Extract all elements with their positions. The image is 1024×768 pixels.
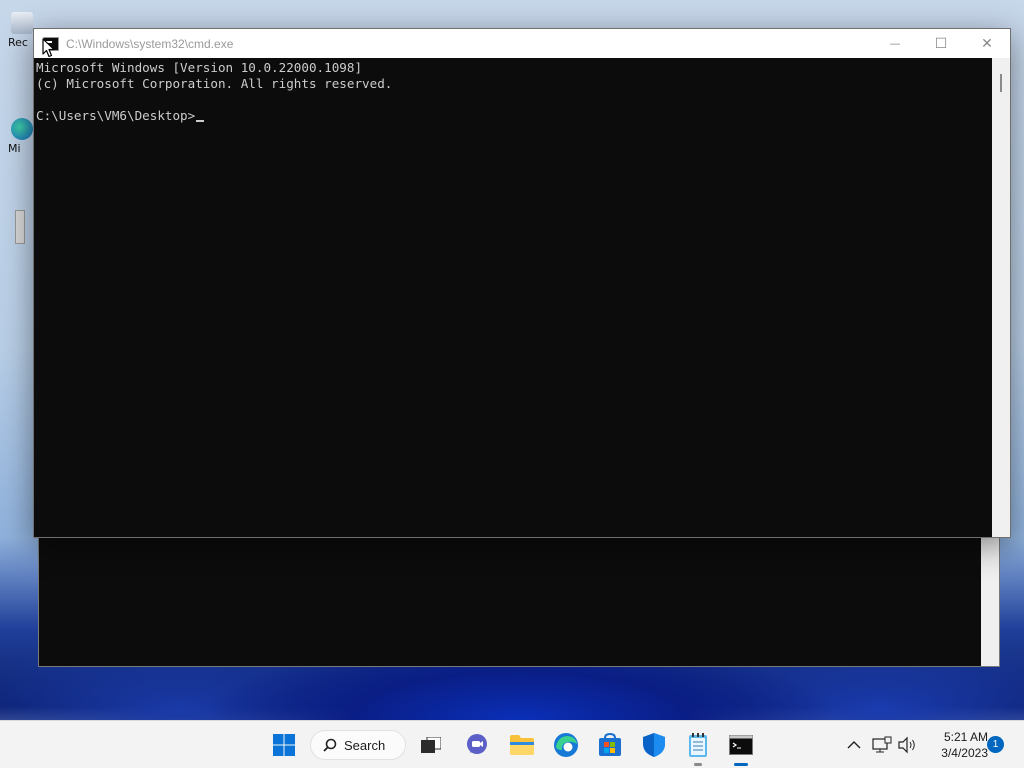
taskbar-search-box[interactable]: Search (310, 730, 406, 760)
search-icon (323, 738, 337, 752)
task-view-button[interactable] (415, 729, 447, 761)
cmd-taskbar-button[interactable] (725, 729, 757, 766)
recycle-bin-label: Rec (8, 36, 28, 49)
volume-icon (898, 736, 915, 754)
running-indicator (694, 763, 702, 766)
close-button[interactable]: ✕ (964, 29, 1010, 58)
edge-icon (554, 733, 578, 757)
edge-shortcut-glyph (11, 118, 33, 140)
recycle-bin-glyph (11, 12, 33, 34)
ghost-scrollbar (981, 536, 999, 562)
console-prompt-line: C:\Users\VM6\Desktop> (36, 108, 990, 124)
notification-badge[interactable]: 1 (987, 736, 1004, 753)
volume-button[interactable] (891, 729, 923, 761)
minimize-button[interactable]: — (872, 29, 918, 58)
chevron-up-icon (847, 741, 861, 749)
windows-logo-icon (273, 734, 295, 756)
ghost-window-frame-1 (38, 536, 1000, 563)
console-line: ​ (36, 92, 990, 108)
folder-icon (510, 735, 534, 755)
mouse-pointer-icon (42, 38, 55, 58)
file-explorer-button[interactable] (506, 729, 538, 761)
window-title: C:\Windows\system32\cmd.exe (66, 36, 234, 51)
clock-date: 3/4/2023 (941, 746, 988, 760)
store-icon (599, 733, 621, 756)
search-label: Search (344, 737, 386, 753)
chat-button[interactable] (461, 729, 493, 761)
text-cursor (196, 120, 205, 122)
maximize-button[interactable]: ☐ (918, 29, 964, 58)
active-window-indicator (734, 763, 748, 766)
prompt-text: C:\Users\VM6\Desktop> (36, 108, 196, 123)
desktop-item-fragment (15, 210, 25, 244)
task-view-icon (421, 737, 441, 753)
cmd-window[interactable]: C:\Windows\system32\cmd.exe — ☐ ✕ Micros… (33, 28, 1011, 538)
scrollbar-thumb[interactable] (1000, 74, 1002, 92)
edge-shortcut-icon[interactable]: Mi (8, 118, 36, 155)
ghost-scrollbar (981, 562, 999, 641)
notepad-icon (689, 733, 707, 757)
edge-shortcut-label: Mi (8, 142, 21, 155)
ghost-scrollbar (981, 641, 999, 666)
close-icon: ✕ (981, 35, 993, 52)
cmd-icon (729, 735, 753, 755)
console-line: Microsoft Windows [Version 10.0.22000.10… (36, 60, 363, 75)
ghost-window-frame-2 (38, 562, 1000, 642)
taskbar-clock[interactable]: 5:21 AM 3/4/2023 (926, 729, 988, 761)
ghost-window-frame-3 (38, 641, 1000, 667)
store-button[interactable] (594, 729, 626, 761)
teams-chat-icon (467, 734, 487, 754)
console-output[interactable]: Microsoft Windows [Version 10.0.22000.10… (34, 58, 992, 537)
start-button[interactable] (268, 729, 300, 761)
maximize-icon: ☐ (934, 35, 948, 52)
clock-time: 5:21 AM (943, 730, 988, 744)
console-line: (c) Microsoft Corporation. All rights re… (36, 76, 393, 91)
defender-button[interactable] (638, 729, 670, 761)
network-icon (872, 736, 892, 753)
vertical-scrollbar[interactable] (992, 58, 1010, 537)
edge-button[interactable] (550, 729, 582, 761)
minimize-icon: — (889, 37, 901, 50)
title-bar[interactable]: C:\Windows\system32\cmd.exe — ☐ ✕ (34, 29, 1010, 58)
notepad-button[interactable] (682, 729, 714, 766)
recycle-bin-icon[interactable]: Rec (8, 12, 36, 49)
shield-icon (643, 733, 665, 757)
taskbar: Search 5:21 AM 3/4/2023 (0, 720, 1024, 768)
